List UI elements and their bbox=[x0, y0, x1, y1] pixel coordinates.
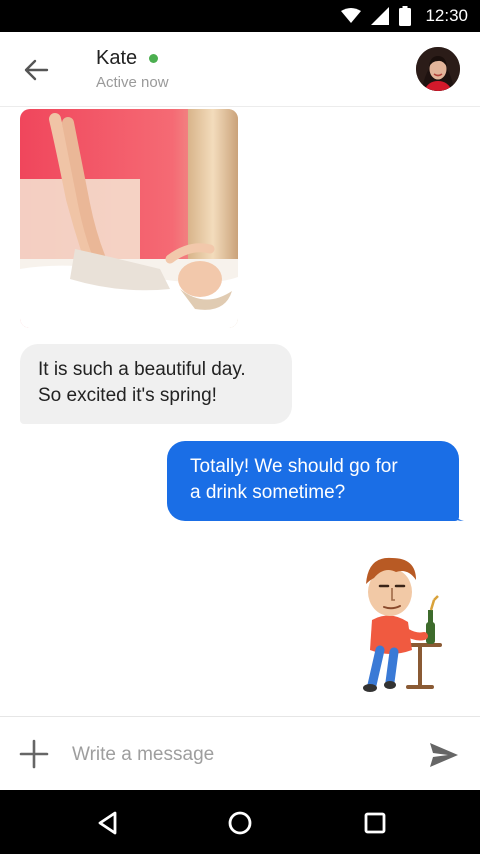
incoming-message-bubble[interactable]: It is such a beautiful day. So excited i… bbox=[20, 344, 292, 424]
incoming-photo-message[interactable] bbox=[20, 109, 238, 328]
status-icons: 12:30 bbox=[341, 0, 468, 32]
nav-back-button[interactable] bbox=[93, 808, 123, 838]
status-time: 12:30 bbox=[425, 6, 468, 25]
incoming-message-line-2: So excited it's spring! bbox=[38, 385, 217, 406]
sticker-man-with-bottle bbox=[363, 557, 442, 692]
incoming-message-line-1: It is such a beautiful day. bbox=[38, 359, 246, 380]
plus-icon bbox=[19, 739, 49, 769]
back-triangle-icon bbox=[98, 811, 117, 835]
message-composer bbox=[0, 716, 480, 791]
status-bar: 12:30 bbox=[0, 0, 480, 32]
chat-header: Kate Active now bbox=[0, 32, 480, 107]
battery-icon bbox=[399, 6, 412, 26]
avatar-portrait bbox=[416, 47, 460, 91]
nav-recents-button[interactable] bbox=[360, 808, 390, 838]
bubble-tail bbox=[450, 507, 464, 521]
outgoing-message-bubble[interactable]: Totally! We should go for a drink someti… bbox=[167, 441, 459, 521]
photo-image bbox=[20, 109, 238, 328]
outgoing-message-line-2: a drink sometime? bbox=[190, 482, 346, 503]
contact-status: Active now bbox=[96, 74, 169, 91]
signal-icon bbox=[371, 7, 390, 25]
send-icon bbox=[430, 743, 458, 767]
navigation-bar bbox=[0, 790, 480, 854]
home-circle-icon bbox=[228, 811, 252, 835]
online-indicator bbox=[149, 54, 158, 63]
back-arrow-icon bbox=[24, 59, 49, 81]
sticker-message[interactable] bbox=[350, 550, 450, 695]
add-attachment-button[interactable] bbox=[18, 738, 50, 770]
send-button[interactable] bbox=[428, 741, 460, 769]
contact-name[interactable]: Kate bbox=[96, 47, 137, 70]
outgoing-message-line-1: Totally! We should go for bbox=[190, 456, 398, 477]
recents-square-icon bbox=[364, 812, 386, 834]
nav-home-button[interactable] bbox=[225, 808, 255, 838]
avatar[interactable] bbox=[416, 47, 460, 91]
wifi-icon bbox=[341, 8, 362, 23]
back-button[interactable] bbox=[20, 54, 52, 86]
message-input[interactable] bbox=[70, 737, 404, 773]
